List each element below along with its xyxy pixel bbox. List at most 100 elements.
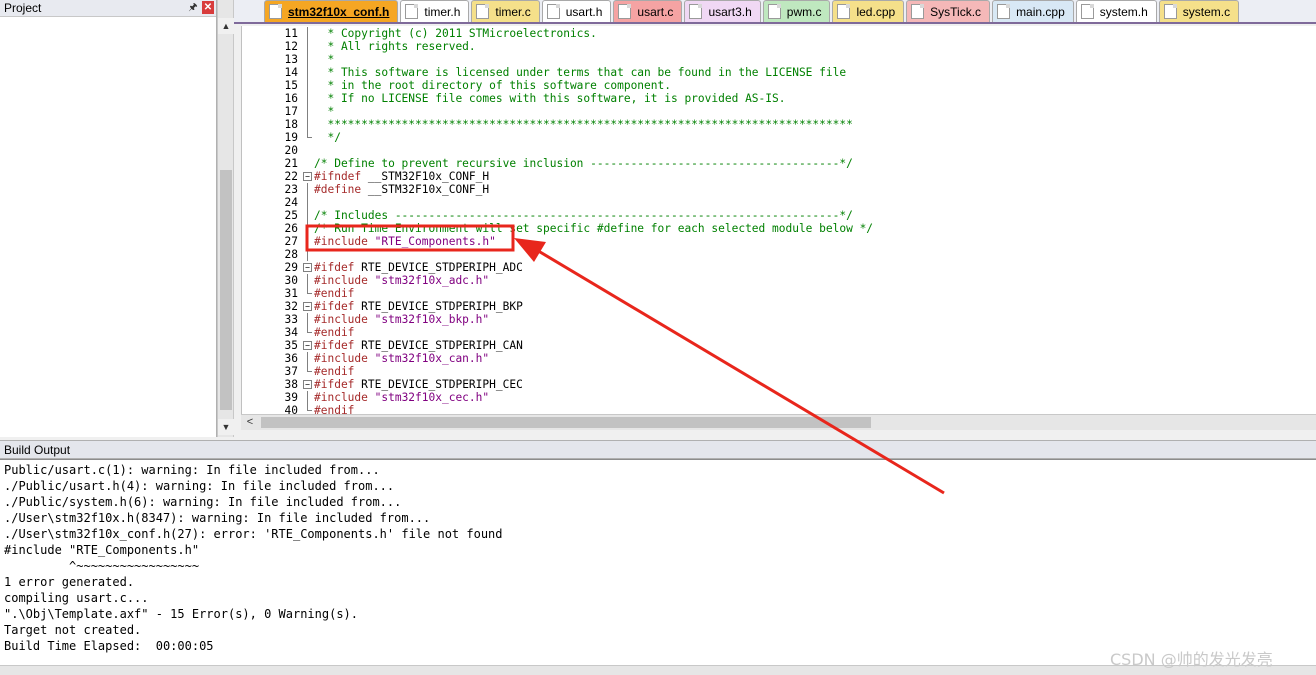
line-number: 19 <box>284 131 298 144</box>
scroll-left-icon[interactable]: < <box>243 415 257 431</box>
tab-main-cpp[interactable]: main.cpp <box>992 0 1074 22</box>
code-line: 21 /* Define to prevent recursive inclusi… <box>242 157 1316 170</box>
tab-usart3-h[interactable]: usart3.h <box>684 0 761 22</box>
code-editor[interactable]: 11 * Copyright (c) 2011 STMicroelectroni… <box>241 26 1316 414</box>
file-icon <box>911 4 925 19</box>
tab-led-cpp[interactable]: led.cpp <box>832 0 905 22</box>
fold-toggle-icon[interactable]: − <box>303 261 312 274</box>
fold-guide <box>303 79 312 92</box>
line-number: 25 <box>284 209 298 222</box>
build-output-line: Target not created. <box>4 623 142 637</box>
build-output-line: 1 error generated. <box>4 575 135 589</box>
fold-toggle-icon[interactable]: − <box>303 170 312 183</box>
tab-label: stm32f10x_conf.h <box>288 4 390 19</box>
code-line: 24 <box>242 196 1316 209</box>
code-line: 18 *************************************… <box>242 118 1316 131</box>
file-icon <box>618 4 632 19</box>
code-text: */ <box>314 131 341 144</box>
file-icon <box>1163 4 1177 19</box>
file-icon <box>546 4 560 19</box>
fold-end-guide <box>303 326 312 339</box>
code-line: 17 * <box>242 105 1316 118</box>
tab-label: system.c <box>1182 4 1231 19</box>
code-text: #include "RTE_Components.h" <box>314 235 496 248</box>
fold-guide <box>303 235 312 248</box>
build-output-line: ./User\stm32f10x_conf.h(27): error: 'RTE… <box>4 527 503 541</box>
file-icon <box>476 4 490 19</box>
code-text: #include "stm32f10x_cec.h" <box>314 391 490 404</box>
code-line: 23 #define __STM32F10x_CONF_H <box>242 183 1316 196</box>
fold-toggle-icon[interactable]: − <box>303 339 312 352</box>
code-text: * <box>314 53 335 66</box>
build-output-line: ".\Obj\Template.axf" - 15 Error(s), 0 Wa… <box>4 607 359 621</box>
tab-label: led.cpp <box>856 4 896 19</box>
line-number: 24 <box>284 196 298 209</box>
build-output-line: compiling usart.c... <box>4 591 149 605</box>
code-line: 40 #endif <box>242 404 1316 414</box>
project-panel-title: Project <box>4 1 42 15</box>
tab-usart-h[interactable]: usart.h <box>541 0 612 22</box>
build-output-panel[interactable]: Public/usart.c(1): warning: In file incl… <box>0 459 1316 665</box>
close-icon[interactable]: ✕ <box>202 1 214 14</box>
fold-toggle-icon[interactable]: − <box>303 300 312 313</box>
horizontal-scrollbar-thumb[interactable] <box>261 417 871 428</box>
line-number: 22 <box>284 170 298 183</box>
tab-label: main.cpp <box>1016 4 1065 19</box>
horizontal-scrollbar[interactable]: < <box>241 414 1316 430</box>
fold-end-guide <box>303 404 312 414</box>
line-number: 30 <box>284 274 298 287</box>
line-number: 14 <box>284 66 298 79</box>
code-text: #ifdef RTE_DEVICE_STDPERIPH_CAN <box>314 339 523 352</box>
fold-guide <box>303 66 312 79</box>
line-number: 20 <box>284 144 298 157</box>
tab-label: timer.h <box>424 4 461 19</box>
line-number: 17 <box>284 105 298 118</box>
tab-timer-h[interactable]: timer.h <box>400 0 470 22</box>
build-output-line: Public/usart.c(1): warning: In file incl… <box>4 463 380 477</box>
line-number: 28 <box>284 248 298 261</box>
code-line: 13 * <box>242 53 1316 66</box>
line-number: 27 <box>284 235 298 248</box>
build-output-line: ^~~~~~~~~~~~~~~~~~ <box>4 559 200 573</box>
line-number: 35 <box>284 339 298 352</box>
tab-label: usart.c <box>637 4 674 19</box>
line-number: 23 <box>284 183 298 196</box>
tab-label: usart3.h <box>708 4 752 19</box>
code-line: 12 * All rights reserved. <box>242 40 1316 53</box>
tab-pwm-c[interactable]: pwm.c <box>762 0 831 22</box>
line-number: 13 <box>284 53 298 66</box>
tab-label: timer.c <box>495 4 531 19</box>
scroll-down-icon[interactable]: ▼ <box>218 419 234 435</box>
vertical-scrollbar[interactable]: ▲ ▼ <box>217 0 234 437</box>
build-output-line: #include "RTE_Components.h" <box>4 543 200 557</box>
line-number: 33 <box>284 313 298 326</box>
code-line: 14 * This software is licensed under ter… <box>242 66 1316 79</box>
line-number: 18 <box>284 118 298 131</box>
line-number: 21 <box>284 157 298 170</box>
tab-system-c[interactable]: system.c <box>1158 0 1240 22</box>
tab-system-h[interactable]: system.h <box>1075 0 1157 22</box>
scrollbar-thumb[interactable] <box>220 170 232 410</box>
code-text: /* Includes ----------------------------… <box>314 209 853 222</box>
file-icon <box>269 4 282 19</box>
tab-systick-c[interactable]: SysTick.c <box>906 0 991 22</box>
code-line: 25 /* Includes --------------------------… <box>242 209 1316 222</box>
scroll-up-icon[interactable]: ▲ <box>218 18 234 34</box>
tab-timer-c[interactable]: timer.c <box>471 0 540 22</box>
code-text: * <box>314 105 335 118</box>
code-text: * in the root directory of this software… <box>314 79 671 92</box>
fold-guide <box>303 196 312 209</box>
pin-icon[interactable]: 🖈 <box>187 1 199 14</box>
fold-toggle-icon[interactable]: − <box>303 378 312 391</box>
file-icon <box>767 4 781 19</box>
code-text: #ifdef RTE_DEVICE_STDPERIPH_CEC <box>314 378 523 391</box>
fold-guide <box>303 209 312 222</box>
build-output-line: ./User\stm32f10x.h(8347): warning: In fi… <box>4 511 431 525</box>
line-number: 26 <box>284 222 298 235</box>
tab-usart-c[interactable]: usart.c <box>613 0 683 22</box>
tab-label: system.h <box>1099 4 1148 19</box>
build-output-line: ./Public/system.h(6): warning: In file i… <box>4 495 402 509</box>
build-output-line: ./Public/usart.h(4): warning: In file in… <box>4 479 395 493</box>
tab-stm32f10x-conf-h[interactable]: stm32f10x_conf.h <box>264 0 399 22</box>
line-number: 11 <box>284 27 298 40</box>
